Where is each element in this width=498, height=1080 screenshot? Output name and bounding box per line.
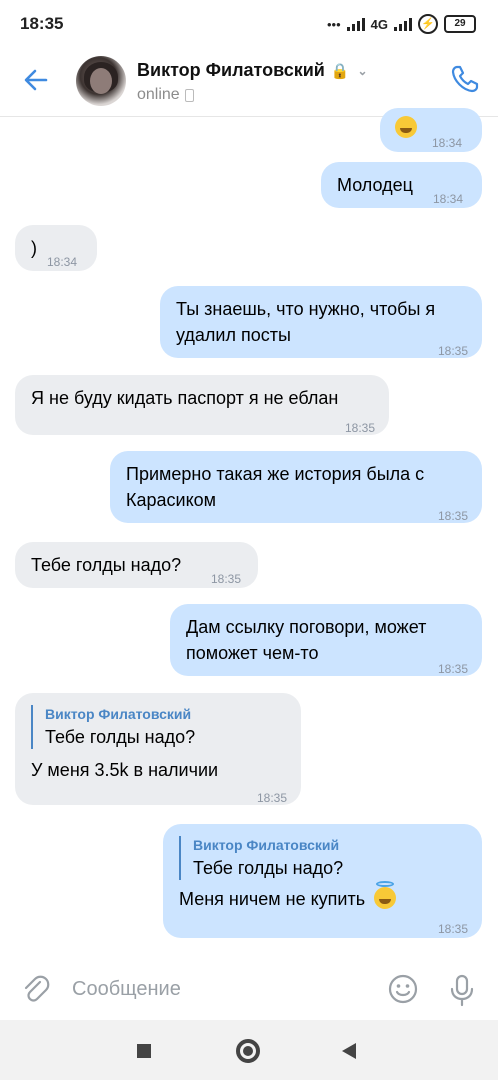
message-bubble-outgoing[interactable]: Дам ссылку поговори, может поможет чем-т… (170, 604, 482, 676)
message-bubble-incoming[interactable]: Тебе голды надо? 18:35 (15, 542, 258, 588)
reply-text: Тебе голды надо? (45, 727, 196, 747)
home-icon[interactable] (236, 1039, 260, 1063)
message-time: 18:35 (437, 922, 468, 936)
online-label: online (137, 86, 180, 103)
contact-status: online (137, 86, 194, 104)
lock-icon: 🔒 (330, 62, 350, 80)
message-time: 18:34 (433, 192, 464, 206)
status-icons: ••• 4G ⚡ 29 (327, 14, 476, 34)
message-bubble-outgoing[interactable]: Виктор Филатовский Тебе голды надо? Меня… (163, 824, 482, 938)
signal-icon (346, 17, 365, 31)
message-bubble-outgoing[interactable]: Ты знаешь, что нужно, чтобы я удалил пос… (160, 286, 482, 358)
message-time: 18:35 (211, 572, 242, 586)
status-time: 18:35 (20, 14, 64, 33)
battery-level: 29 (444, 15, 476, 33)
phone-icon[interactable] (450, 64, 480, 94)
signal-icon-2 (394, 17, 412, 31)
contact-name-row[interactable]: Виктор Филатовский 🔒 ⌄ (137, 60, 368, 81)
back-triangle-icon[interactable] (342, 1043, 356, 1059)
message-input[interactable]: Сообщение (72, 978, 181, 1001)
message-text: Дам ссылку поговори, может поможет чем-т… (186, 617, 427, 663)
message-bubble-incoming[interactable]: ) 18:34 (15, 225, 97, 271)
reply-author: Виктор Филатовский (45, 706, 192, 722)
chevron-down-icon[interactable]: ⌄ (358, 64, 368, 78)
charging-icon: ⚡ (418, 14, 438, 34)
message-composer: Сообщение (0, 960, 498, 1020)
arrow-left-icon[interactable] (22, 66, 50, 94)
microphone-icon[interactable] (448, 973, 476, 1007)
chat-header: Виктор Филатовский 🔒 ⌄ online (0, 46, 498, 117)
message-bubble-outgoing[interactable]: Молодец 18:34 (321, 162, 482, 208)
message-text-row: Меня ничем не купить (179, 881, 397, 912)
more-dots-icon: ••• (327, 16, 341, 32)
message-time: 18:34 (47, 255, 78, 269)
message-text: Меня ничем не купить (179, 889, 366, 909)
smiley-icon[interactable] (387, 973, 419, 1005)
contact-name: Виктор Филатовский (137, 60, 325, 80)
message-text: У меня 3.5k в наличии (31, 760, 219, 780)
mobile-device-icon (184, 88, 194, 102)
system-navigation-bar (0, 1020, 498, 1080)
message-text: Молодец (337, 175, 413, 195)
message-bubble-incoming[interactable]: Я не буду кидать паспорт я не еблан 18:3… (15, 375, 389, 435)
paperclip-icon[interactable] (20, 974, 50, 1004)
recents-icon[interactable] (137, 1044, 151, 1058)
message-time: 18:35 (437, 344, 468, 358)
message-text: Я не буду кидать паспорт я не еблан (31, 388, 339, 408)
reply-quote[interactable]: Виктор Филатовский Тебе голды надо? (179, 836, 343, 880)
message-time: 18:35 (344, 421, 375, 435)
avatar[interactable] (76, 56, 126, 106)
reply-author: Виктор Филатовский (193, 837, 340, 853)
message-text: ) (31, 238, 37, 258)
reply-quote[interactable]: Виктор Филатовский Тебе голды надо? (31, 705, 195, 749)
message-time: 18:35 (437, 509, 468, 523)
message-text: Ты знаешь, что нужно, чтобы я удалил пос… (176, 299, 436, 345)
message-bubble-outgoing[interactable]: Примерно такая же история была с Карасик… (110, 451, 482, 523)
message-time: 18:35 (437, 662, 468, 676)
message-time: 18:35 (256, 791, 287, 805)
status-bar: 18:35 ••• 4G ⚡ 29 (0, 0, 498, 46)
message-bubble-incoming[interactable]: Виктор Филатовский Тебе голды надо? У ме… (15, 693, 301, 805)
innocent-emoji-icon (374, 881, 397, 909)
message-time: 18:34 (432, 136, 463, 150)
network-type: 4G (370, 16, 388, 32)
message-text: Примерно такая же история была с Карасик… (126, 464, 425, 510)
laughing-emoji-icon (395, 116, 417, 138)
message-text: Тебе голды надо? (31, 555, 182, 575)
message-bubble-outgoing[interactable]: 18:34 (380, 108, 482, 152)
reply-text: Тебе голды надо? (193, 858, 344, 878)
